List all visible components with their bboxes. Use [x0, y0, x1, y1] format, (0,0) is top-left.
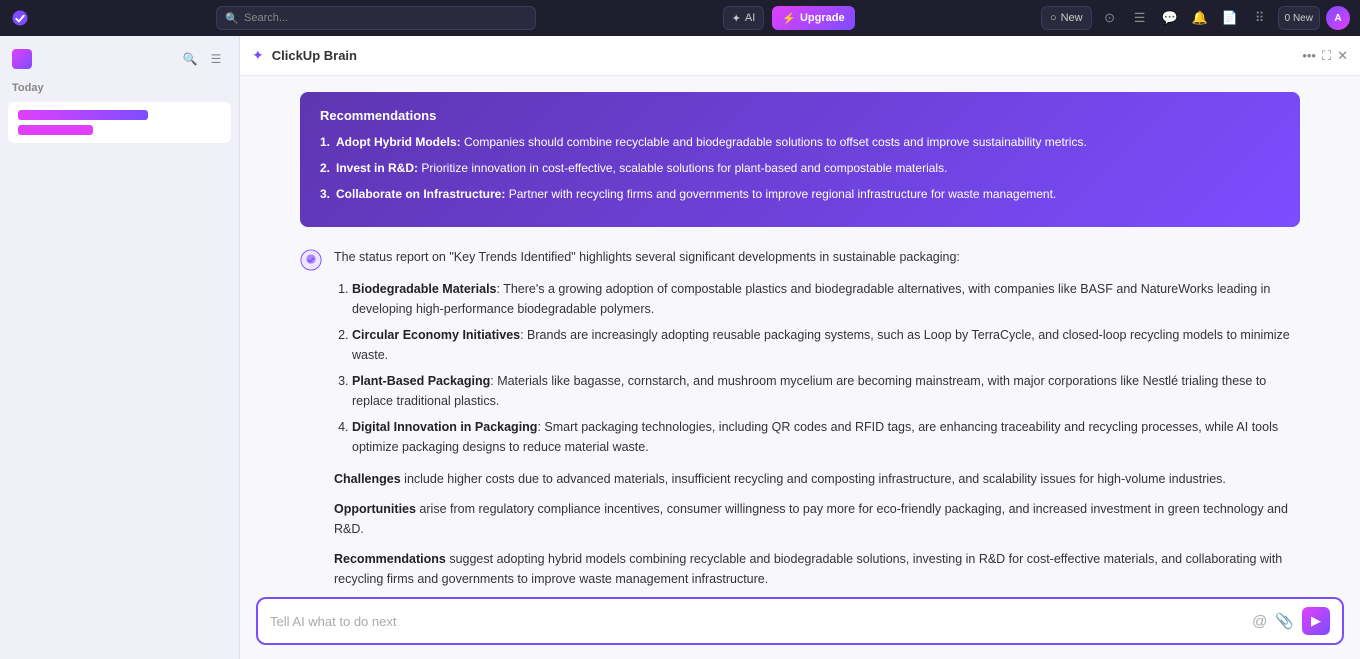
chat-title: ClickUp Brain: [272, 48, 1295, 63]
ai-point-1: Biodegradable Materials: There's a growi…: [352, 279, 1300, 319]
bell-icon[interactable]: 🔔: [1188, 6, 1212, 30]
recommendations-bold: Recommendations: [334, 552, 446, 566]
ai-response: The status report on "Key Trends Identif…: [300, 247, 1300, 587]
ai-points-list: Biodegradable Materials: There's a growi…: [334, 279, 1300, 457]
close-icon[interactable]: ✕: [1337, 48, 1348, 64]
ai-point-bold-1: Biodegradable Materials: [352, 282, 497, 296]
ai-point-2: Circular Economy Initiatives: Brands are…: [352, 325, 1300, 365]
notif-label: 0 New: [1285, 13, 1313, 24]
recommendations-paragraph: Recommendations suggest adopting hybrid …: [334, 549, 1300, 587]
ai-point-bold-4: Digital Innovation in Packaging: [352, 420, 537, 434]
upgrade-button[interactable]: ⚡ Upgrade: [772, 6, 854, 30]
workspace-icon: [12, 49, 32, 69]
avatar-label: A: [1334, 13, 1341, 24]
chat-content: Recommendations Adopt Hybrid Models: Com…: [240, 76, 1360, 587]
more-options-icon[interactable]: •••: [1302, 48, 1316, 63]
chat-input-box: @ 📎 ▶: [256, 597, 1344, 645]
brain-icon: ✦: [252, 47, 264, 64]
ai-icon: ✦: [732, 12, 741, 25]
sidebar-header: 🔍 ☰: [8, 44, 231, 78]
ai-label: AI: [745, 12, 755, 24]
grid-icon[interactable]: ⠿: [1248, 6, 1272, 30]
new-button[interactable]: ○ New: [1041, 6, 1092, 30]
ai-text-block: The status report on "Key Trends Identif…: [334, 247, 1300, 587]
sidebar: 🔍 ☰ Today: [0, 36, 240, 659]
doc-icon[interactable]: 📄: [1218, 6, 1242, 30]
rec-item-3: Collaborate on Infrastructure: Partner w…: [320, 185, 1280, 203]
rec-item-1: Adopt Hybrid Models: Companies should co…: [320, 133, 1280, 151]
topbar-actions: ○ New ⊙ ☰ 💬 🔔 📄 ⠿ 0 New A: [1041, 6, 1350, 30]
new-label: New: [1061, 12, 1083, 24]
search-button[interactable]: 🔍: [179, 48, 201, 70]
notification-badge[interactable]: 0 New: [1278, 6, 1320, 30]
workspace-selector[interactable]: [12, 49, 38, 69]
chat-header: ✦ ClickUp Brain ••• ⛶ ✕: [240, 36, 1360, 76]
list-icon[interactable]: ☰: [1128, 6, 1152, 30]
search-icon: 🔍: [225, 12, 239, 25]
challenges-paragraph: Challenges include higher costs due to a…: [334, 469, 1300, 489]
rec-bold-1: Adopt Hybrid Models:: [336, 135, 461, 149]
expand-icon[interactable]: ⛶: [1322, 48, 1331, 64]
challenges-bold: Challenges: [334, 472, 401, 486]
sidebar-actions: 🔍 ☰: [179, 48, 227, 70]
rec-item-2: Invest in R&D: Prioritize innovation in …: [320, 159, 1280, 177]
today-label: Today: [8, 78, 231, 98]
rec-bold-2: Invest in R&D:: [336, 161, 418, 175]
rec-title: Recommendations: [320, 108, 1280, 123]
ai-avatar-icon: [300, 249, 324, 273]
chat-input-area: @ 📎 ▶: [240, 587, 1360, 659]
search-bar[interactable]: 🔍 Search...: [216, 6, 536, 30]
ai-point-3: Plant-Based Packaging: Materials like ba…: [352, 371, 1300, 411]
logo-icon[interactable]: [10, 8, 30, 28]
avatar[interactable]: A: [1326, 6, 1350, 30]
recommendation-box: Recommendations Adopt Hybrid Models: Com…: [300, 92, 1300, 227]
ai-point-4: Digital Innovation in Packaging: Smart p…: [352, 417, 1300, 457]
rec-list: Adopt Hybrid Models: Companies should co…: [320, 133, 1280, 203]
search-placeholder: Search...: [244, 12, 288, 24]
opportunities-bold: Opportunities: [334, 502, 416, 516]
chat-icon[interactable]: 💬: [1158, 6, 1182, 30]
task-bar-2: [18, 125, 93, 135]
chat-panel: ✦ ClickUp Brain ••• ⛶ ✕ Recommendations …: [240, 36, 1360, 659]
opportunities-paragraph: Opportunities arise from regulatory comp…: [334, 499, 1300, 539]
topbar: 🔍 Search... ✦ AI ⚡ Upgrade ○ New ⊙ ☰ 💬 🔔…: [0, 0, 1360, 36]
chat-header-actions: ••• ⛶ ✕: [1302, 48, 1348, 64]
main-area: 🔍 ☰ Today ✦ ClickUp Brain ••• ⛶ ✕ Recom: [0, 36, 1360, 659]
rec-bold-3: Collaborate on Infrastructure:: [336, 187, 505, 201]
home-icon[interactable]: ⊙: [1098, 6, 1122, 30]
sidebar-toggle-button[interactable]: ☰: [205, 48, 227, 70]
send-button[interactable]: ▶: [1302, 607, 1330, 635]
sidebar-task-1[interactable]: [8, 102, 231, 143]
upgrade-icon: ⚡: [782, 12, 796, 25]
attach-button[interactable]: 📎: [1275, 612, 1294, 630]
ai-point-bold-2: Circular Economy Initiatives: [352, 328, 520, 342]
chat-input[interactable]: [270, 614, 1244, 629]
ai-badge[interactable]: ✦ AI: [723, 6, 765, 30]
send-icon: ▶: [1311, 613, 1321, 629]
new-icon: ○: [1050, 12, 1057, 24]
mention-button[interactable]: @: [1252, 613, 1267, 630]
upgrade-label: Upgrade: [800, 12, 845, 24]
task-bar-1: [18, 110, 148, 120]
ai-summary: The status report on "Key Trends Identif…: [334, 247, 1300, 267]
ai-point-bold-3: Plant-Based Packaging: [352, 374, 490, 388]
